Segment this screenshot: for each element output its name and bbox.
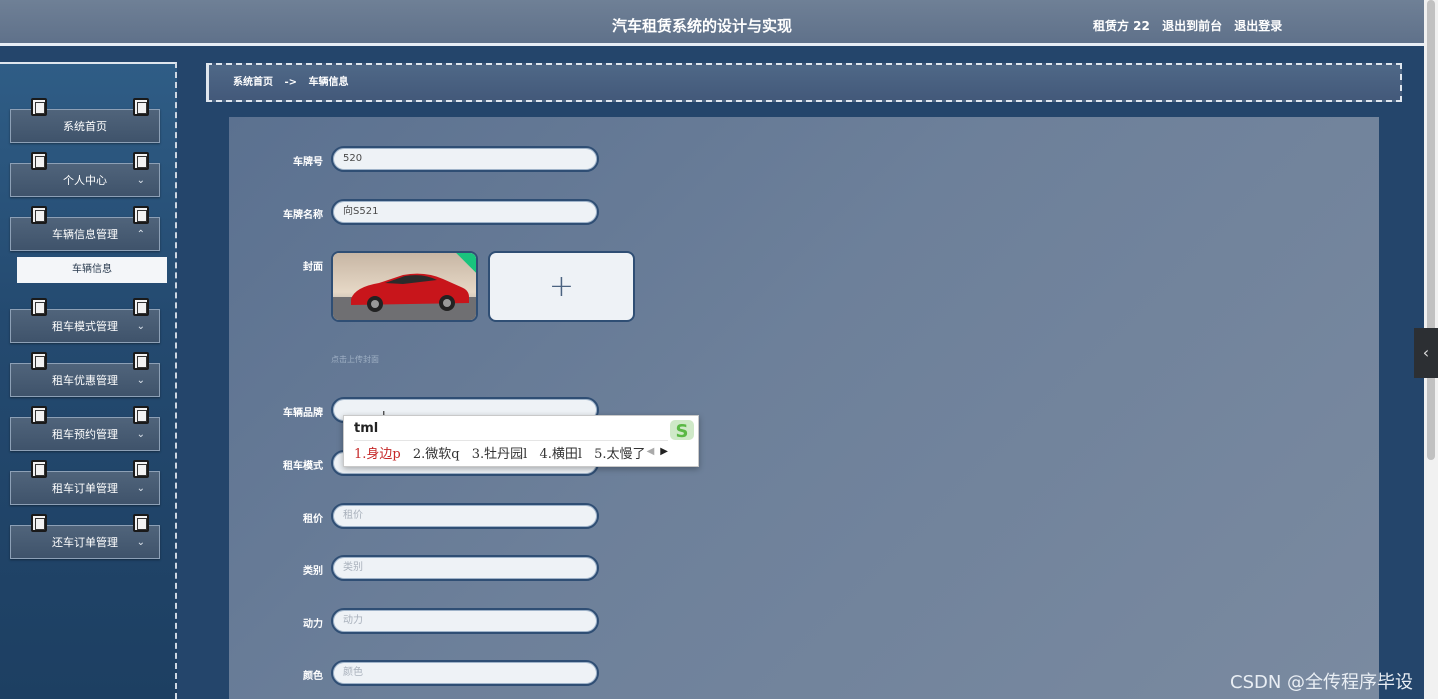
chevron-down-icon: ⌄ <box>136 175 145 186</box>
submenu-vehicle-info[interactable]: 车辆信息 <box>17 257 167 283</box>
binder-clip-icon <box>133 98 149 116</box>
name-value: 向S521 <box>343 206 379 217</box>
sidebar-item-label: 车辆信息管理 <box>52 228 118 241</box>
ime-page-nav: ◀ ▶ <box>647 446 668 457</box>
svg-text:S: S <box>676 421 689 442</box>
chevron-down-icon: ⌄ <box>136 537 145 548</box>
name-field[interactable]: 向S521 <box>331 199 599 225</box>
name-label: 车牌名称 <box>283 210 323 221</box>
sidebar-item-label: 租车优惠管理 <box>52 374 118 387</box>
breadcrumb-home[interactable]: 系统首页 <box>233 77 273 88</box>
ime-candidate[interactable]: 2.微软q <box>413 447 460 462</box>
binder-clip-icon <box>31 460 47 478</box>
scrollbar-thumb[interactable] <box>1427 0 1435 460</box>
plate-label: 车牌号 <box>293 157 323 168</box>
sidebar-item-rental-reservation[interactable]: 租车预约管理 ⌄ <box>10 406 160 451</box>
ime-candidate[interactable]: 4.横田l <box>539 447 582 462</box>
ime-divider <box>354 440 668 441</box>
chevron-down-icon: ⌄ <box>136 321 145 332</box>
sidebar-item-vehicle-info[interactable]: 车辆信息管理 ⌃ <box>10 206 160 251</box>
sidebar-item-rental-mode[interactable]: 租车模式管理 ⌄ <box>10 298 160 343</box>
cover-image-thumbnail[interactable] <box>331 251 478 322</box>
breadcrumb: 系统首页 -> 车辆信息 <box>206 63 1402 102</box>
binder-clip-icon <box>31 298 47 316</box>
color-label: 颜色 <box>303 671 323 682</box>
category-label: 类别 <box>303 566 323 577</box>
sidebar-item-rental-discount[interactable]: 租车优惠管理 ⌄ <box>10 352 160 397</box>
breadcrumb-separator: -> <box>284 77 298 88</box>
ime-prev-icon[interactable]: ◀ <box>647 446 655 457</box>
sidebar-item-label: 还车订单管理 <box>52 536 118 549</box>
car-photo-icon <box>333 253 476 320</box>
sidebar-item-rental-order[interactable]: 租车订单管理 ⌄ <box>10 460 160 505</box>
binder-clip-icon <box>31 514 47 532</box>
watermark: CSDN @全传程序毕设 <box>1230 672 1414 693</box>
price-label: 租价 <box>303 514 323 525</box>
chevron-down-icon: ⌄ <box>136 483 145 494</box>
category-field[interactable]: 类别 <box>331 555 599 581</box>
price-field[interactable]: 租价 <box>331 503 599 529</box>
sidebar: 系统首页 个人中心 ⌄ 车辆信息管理 ⌃ 租车模式管理 ⌄ 租车优惠管理 ⌄ 租… <box>0 62 177 699</box>
ime-candidate[interactable]: 3.牡丹园l <box>472 447 528 462</box>
sidebar-item-label: 系统首页 <box>63 120 107 133</box>
chevron-down-icon: ⌄ <box>136 375 145 386</box>
collapse-panel-button[interactable]: ‹ <box>1414 328 1438 378</box>
binder-clip-icon <box>31 206 47 224</box>
chevron-up-icon: ⌃ <box>136 229 145 240</box>
logout-link[interactable]: 退出登录 <box>1234 19 1282 33</box>
sidebar-item-home[interactable]: 系统首页 <box>10 98 160 143</box>
color-placeholder: 颜色 <box>343 667 363 678</box>
sidebar-item-label: 租车订单管理 <box>52 482 118 495</box>
app-title: 汽车租赁系统的设计与实现 <box>612 17 793 35</box>
binder-clip-icon <box>31 352 47 370</box>
sogou-logo-icon: S <box>670 420 694 442</box>
upload-hint: 点击上传封面 <box>331 355 379 364</box>
power-field[interactable]: 动力 <box>331 608 599 634</box>
sidebar-item-label: 个人中心 <box>63 174 107 187</box>
breadcrumb-current: 车辆信息 <box>308 77 349 88</box>
power-placeholder: 动力 <box>343 615 363 626</box>
category-placeholder: 类别 <box>343 562 363 573</box>
cover-label: 封面 <box>303 262 323 273</box>
binder-clip-icon <box>31 152 47 170</box>
ime-candidates: 1.身边p 2.微软q 3.牡丹园l 4.横田l 5.太慢了 <box>354 443 654 462</box>
power-label: 动力 <box>303 619 323 630</box>
ime-candidate[interactable]: 1.身边p <box>354 447 401 462</box>
plus-icon: + <box>548 269 575 304</box>
sidebar-item-label: 租车模式管理 <box>52 320 118 333</box>
front-page-link[interactable]: 退出到前台 <box>1162 19 1222 33</box>
ime-candidate-popup: tml S 1.身边p 2.微软q 3.牡丹园l 4.横田l 5.太慢了 ◀ ▶ <box>343 415 699 467</box>
ime-next-icon[interactable]: ▶ <box>660 446 668 457</box>
chevron-down-icon: ⌄ <box>136 429 145 440</box>
mode-label: 租车模式 <box>283 461 323 472</box>
sidebar-item-personal-center[interactable]: 个人中心 ⌄ <box>10 152 160 197</box>
ime-pinyin: tml <box>354 421 379 436</box>
color-field[interactable]: 颜色 <box>331 660 599 686</box>
sidebar-item-label: 租车预约管理 <box>52 428 118 441</box>
chevron-left-icon: ‹ <box>1422 343 1430 362</box>
binder-clip-icon <box>31 98 47 116</box>
plate-value: 520 <box>343 153 363 164</box>
sidebar-item-return-order[interactable]: 还车订单管理 ⌄ <box>10 514 160 559</box>
ime-candidate[interactable]: 5.太慢了 <box>594 447 645 462</box>
top-header: 汽车租赁系统的设计与实现 租赁方 22 退出到前台 退出登录 <box>0 0 1424 46</box>
current-user: 租赁方 22 <box>1093 19 1150 33</box>
plate-field[interactable]: 520 <box>331 146 599 172</box>
price-placeholder: 租价 <box>343 510 363 521</box>
upload-button[interactable]: + <box>488 251 635 322</box>
binder-clip-icon <box>31 406 47 424</box>
brand-label: 车辆品牌 <box>283 408 323 419</box>
header-actions: 租赁方 22 退出到前台 退出登录 <box>1093 17 1290 34</box>
